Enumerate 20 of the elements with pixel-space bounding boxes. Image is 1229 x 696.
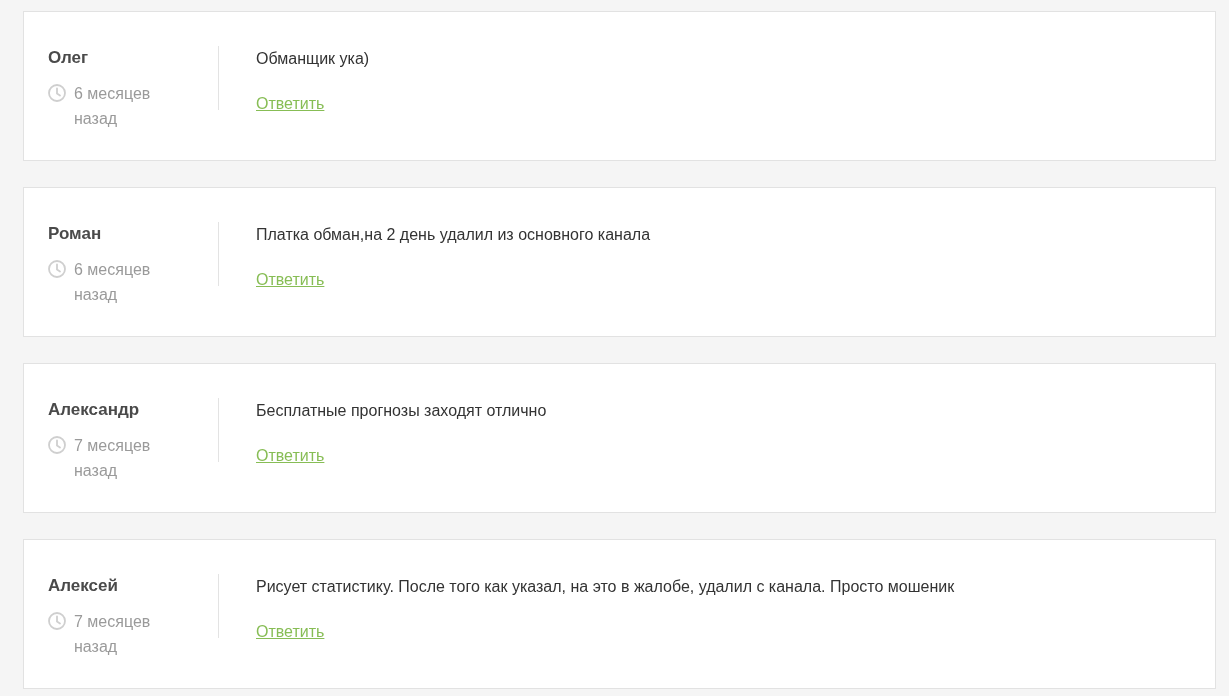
comment-text: Рисует статистику. После того как указал, на это в жалобе, удалил с канала. Просто мошеник: [256, 577, 955, 597]
comment-time: 7 месяцев назад: [74, 436, 152, 481]
clock-icon: [48, 260, 66, 278]
comment-time: 6 месяцев назад: [74, 84, 152, 129]
author-name: Александр: [48, 399, 140, 421]
comment-text: Платка обман,на 2 день удалил из основного канала: [256, 225, 651, 245]
clock-icon: [48, 436, 66, 454]
reply-link[interactable]: Ответить: [256, 269, 325, 291]
author-name: Олег: [48, 47, 89, 69]
clock-icon: [48, 612, 66, 630]
reply-link[interactable]: Ответить: [256, 621, 325, 643]
comment-time: 6 месяцев назад: [74, 260, 152, 305]
comment-text: Бесплатные прогнозы заходят отлично: [256, 401, 547, 421]
comment-time: 7 месяцев назад: [74, 612, 152, 657]
author-name: Роман: [48, 223, 102, 245]
reply-link[interactable]: Ответить: [256, 93, 325, 115]
comment-text: Обманщик ука): [256, 49, 370, 69]
author-name: Алексей: [48, 575, 118, 597]
clock-icon: [48, 84, 66, 102]
reply-link[interactable]: Ответить: [256, 445, 325, 467]
